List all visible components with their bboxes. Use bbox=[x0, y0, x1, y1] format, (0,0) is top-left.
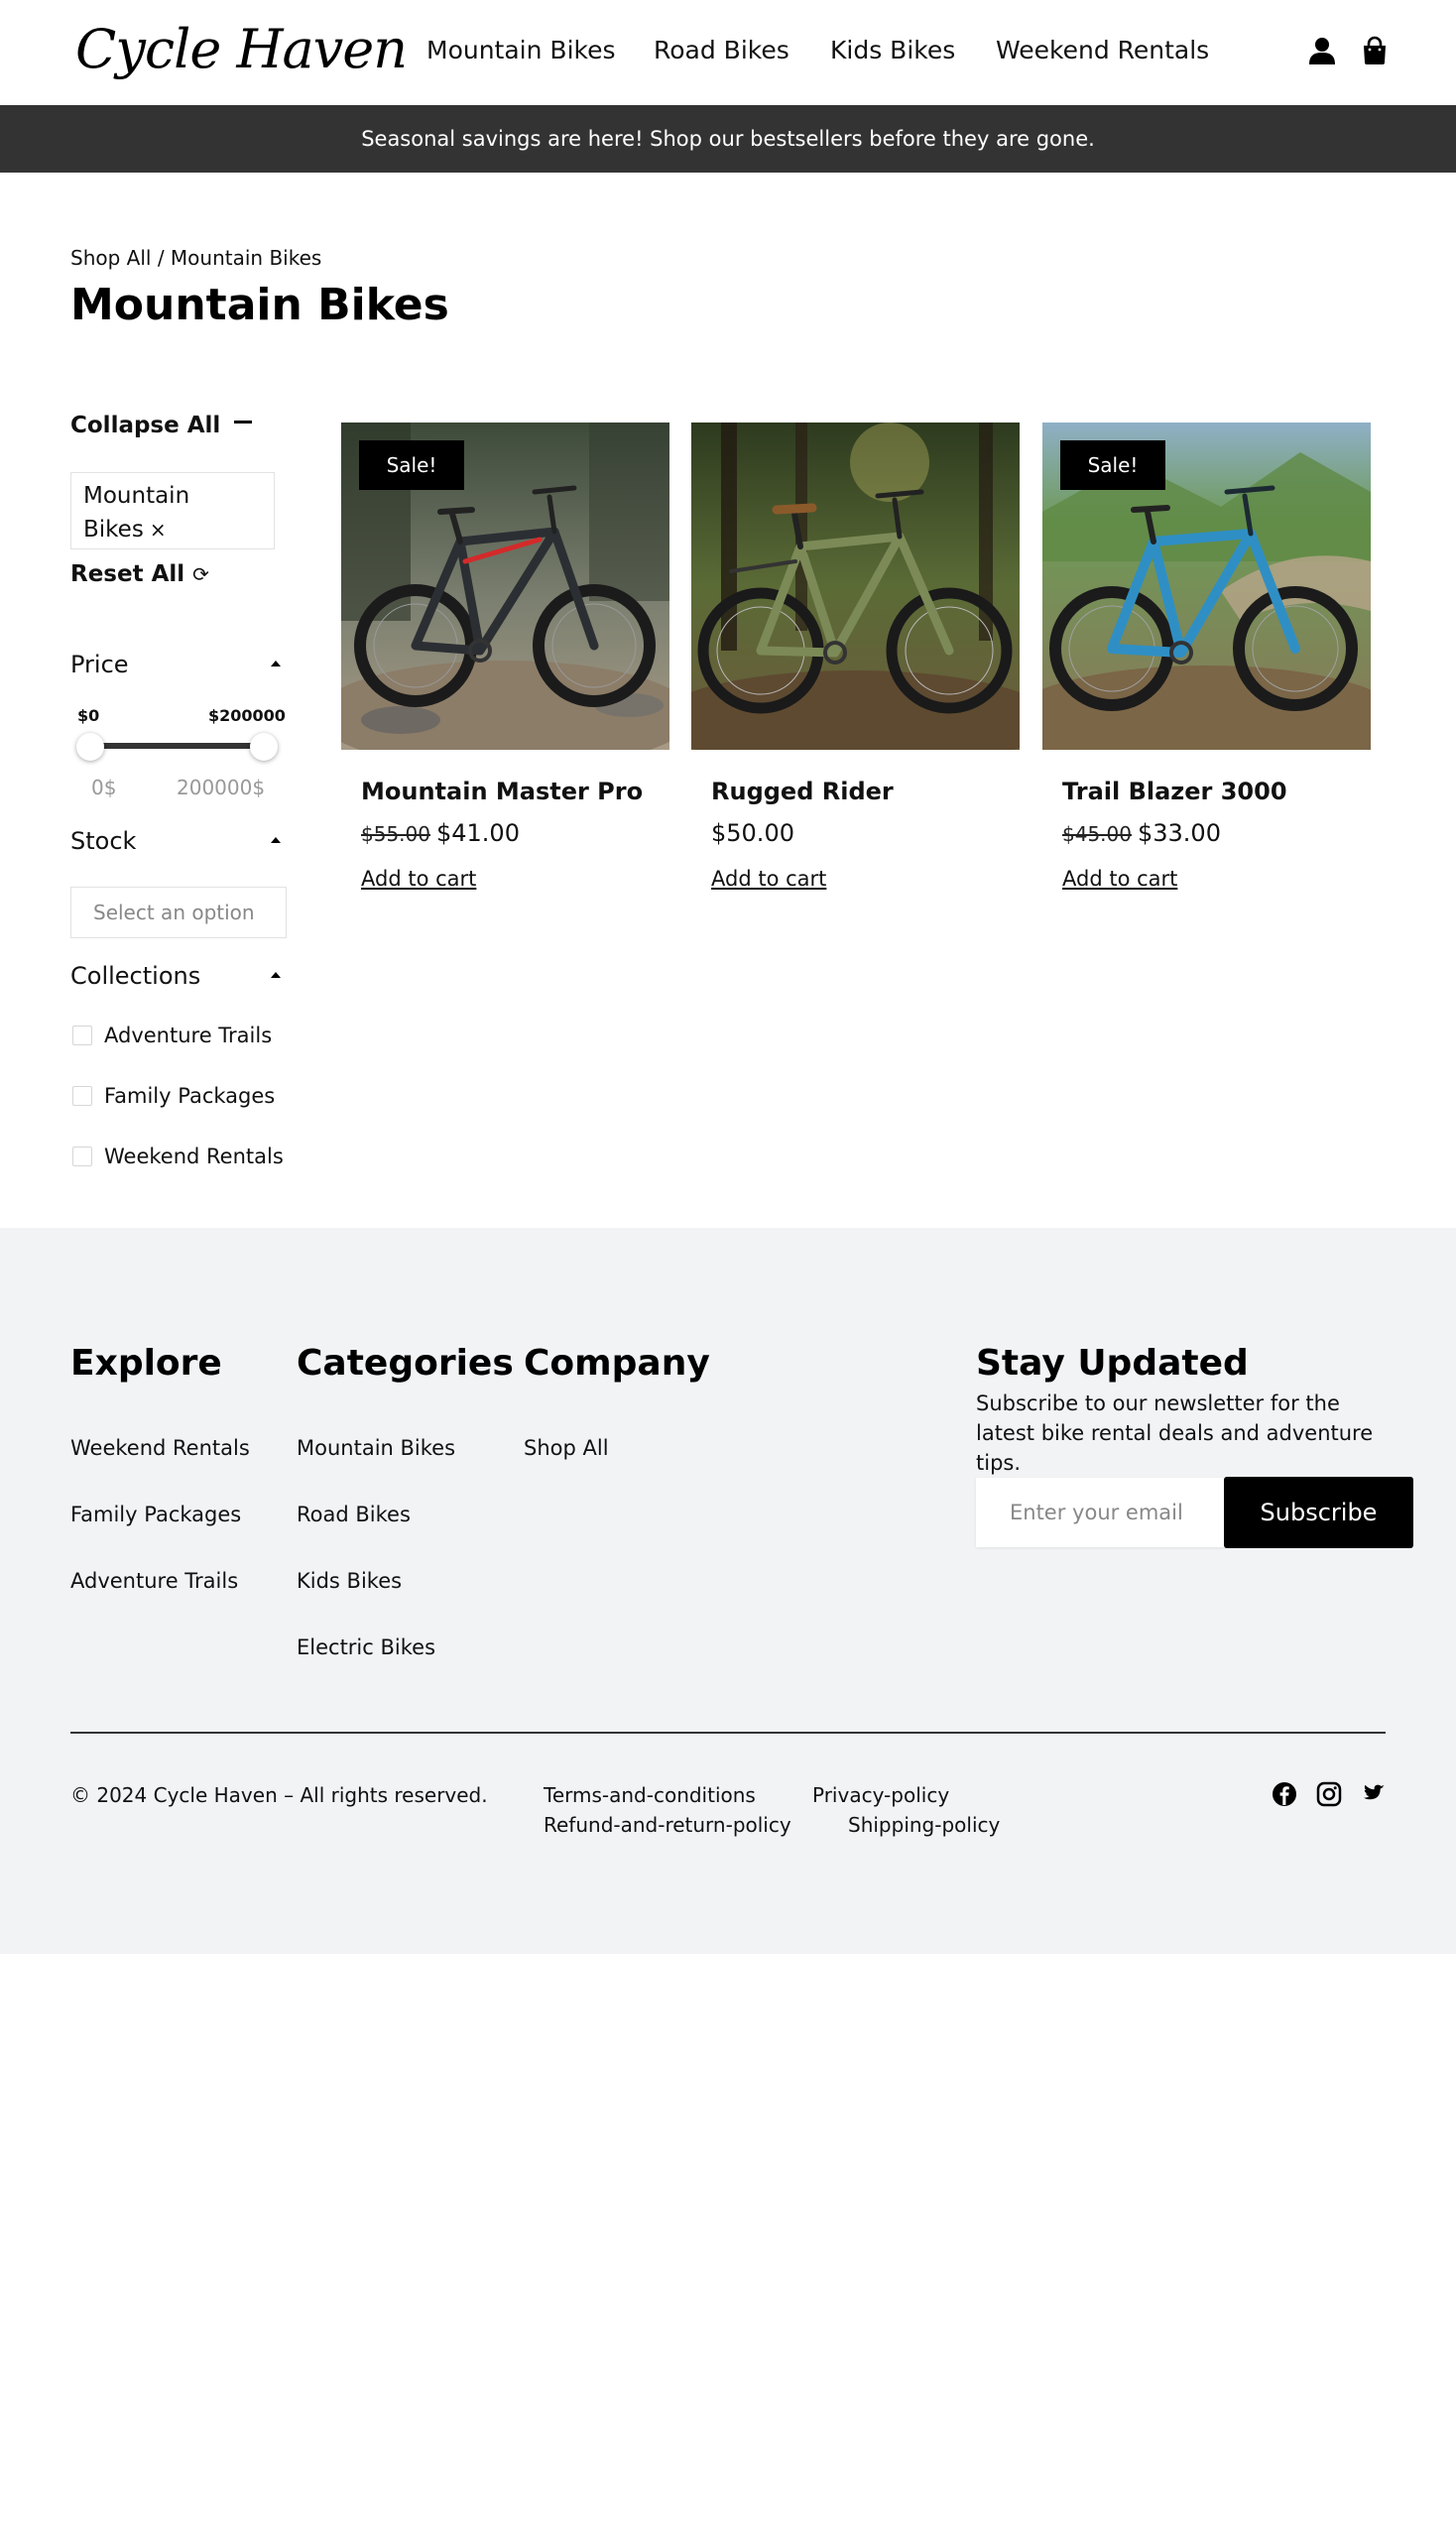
legal-link-refund[interactable]: Refund-and-return-policy bbox=[544, 1813, 791, 1837]
collapse-all-label: Collapse All bbox=[70, 413, 221, 438]
sale-badge: Sale! bbox=[359, 440, 464, 490]
stock-select-placeholder: Select an option bbox=[93, 901, 255, 924]
price-max-value: 200000$ bbox=[177, 776, 266, 799]
price-filter-label: Price bbox=[70, 651, 129, 678]
product-sale-price: $41.00 bbox=[435, 819, 520, 847]
product-card: Sale! Mountain Master Pro $55.00 $41.00 A… bbox=[341, 423, 669, 891]
chevron-up-icon bbox=[271, 972, 281, 978]
reset-all-button[interactable]: Reset All ⟳ bbox=[70, 561, 209, 587]
sale-badge: Sale! bbox=[1060, 440, 1165, 490]
add-to-cart-link[interactable]: Add to cart bbox=[361, 867, 476, 891]
product-card: Sale! Trail Blazer 3000 $45.00 $33.00 Add… bbox=[1042, 423, 1371, 891]
nav-weekend-rentals[interactable]: Weekend Rentals bbox=[996, 36, 1209, 64]
footer-link-electric-bikes[interactable]: Electric Bikes bbox=[297, 1635, 435, 1659]
instagram-icon[interactable] bbox=[1316, 1781, 1342, 1807]
footer-divider bbox=[70, 1732, 1386, 1734]
add-to-cart-link[interactable]: Add to cart bbox=[1062, 867, 1177, 891]
product-name[interactable]: Rugged Rider bbox=[711, 778, 894, 805]
legal-link-privacy[interactable]: Privacy-policy bbox=[812, 1783, 949, 1807]
twitter-icon[interactable] bbox=[1361, 1781, 1387, 1807]
footer-link-weekend-rentals[interactable]: Weekend Rentals bbox=[70, 1436, 250, 1460]
newsletter-email-input[interactable] bbox=[976, 1478, 1226, 1547]
footer-link-kids-bikes[interactable]: Kids Bikes bbox=[297, 1569, 402, 1593]
product-image[interactable] bbox=[691, 423, 1020, 750]
minus-icon bbox=[234, 421, 253, 423]
facebook-icon[interactable] bbox=[1272, 1781, 1297, 1807]
site-footer: Explore Weekend Rentals Family Packages … bbox=[0, 1228, 1456, 1954]
mountain-bike-photo bbox=[691, 423, 1020, 750]
site-header: Cycle Haven Mountain Bikes Road Bikes Ki… bbox=[0, 0, 1456, 105]
collapse-all-button[interactable]: Collapse All bbox=[70, 413, 253, 438]
price-slider-track[interactable] bbox=[89, 743, 263, 749]
product-old-price: $45.00 bbox=[1062, 822, 1132, 846]
breadcrumb-current: Mountain Bikes bbox=[170, 246, 322, 270]
breadcrumb-separator: / bbox=[151, 246, 171, 270]
product-card: Rugged Rider $50.00 Add to cart bbox=[691, 423, 1020, 891]
collection-option-adventure-trails[interactable]: Adventure Trails bbox=[72, 1024, 272, 1047]
footer-explore-heading: Explore bbox=[70, 1343, 222, 1384]
collection-option-weekend-rentals[interactable]: Weekend Rentals bbox=[72, 1145, 284, 1168]
collection-option-label: Weekend Rentals bbox=[104, 1145, 284, 1168]
chevron-up-icon bbox=[271, 837, 281, 843]
product-old-price: $55.00 bbox=[361, 822, 430, 846]
footer-link-road-bikes[interactable]: Road Bikes bbox=[297, 1503, 411, 1526]
price-slider-min-handle[interactable] bbox=[76, 733, 104, 761]
product-price: $50.00 bbox=[711, 819, 794, 847]
close-icon[interactable]: × bbox=[150, 518, 167, 542]
subscribe-button[interactable]: Subscribe bbox=[1224, 1477, 1413, 1548]
page-title: Mountain Bikes bbox=[70, 280, 449, 330]
product-price: $55.00 $41.00 bbox=[361, 819, 520, 847]
footer-categories-heading: Categories bbox=[297, 1343, 514, 1384]
stock-filter-toggle[interactable]: Stock bbox=[70, 827, 285, 855]
newsletter-description: Subscribe to our newsletter for the late… bbox=[976, 1391, 1374, 1475]
footer-link-adventure-trails[interactable]: Adventure Trails bbox=[70, 1569, 238, 1593]
checkbox[interactable] bbox=[72, 1026, 92, 1045]
collections-filter-label: Collections bbox=[70, 962, 201, 990]
collection-option-family-packages[interactable]: Family Packages bbox=[72, 1084, 275, 1108]
nav-road-bikes[interactable]: Road Bikes bbox=[654, 36, 789, 64]
product-name[interactable]: Trail Blazer 3000 bbox=[1062, 778, 1287, 805]
stock-select[interactable]: Select an option bbox=[70, 887, 287, 938]
stock-filter-label: Stock bbox=[70, 827, 137, 855]
price-max-label: $200000 bbox=[208, 706, 286, 725]
promo-banner: Seasonal savings are here! Shop our best… bbox=[0, 105, 1456, 173]
breadcrumb-shop-all[interactable]: Shop All bbox=[70, 246, 151, 270]
chevron-up-icon bbox=[271, 661, 281, 666]
price-min-label: $0 bbox=[77, 706, 100, 725]
product-name[interactable]: Mountain Master Pro bbox=[361, 778, 643, 805]
product-image[interactable]: Sale! bbox=[341, 423, 669, 750]
footer-link-mountain-bikes[interactable]: Mountain Bikes bbox=[297, 1436, 455, 1460]
nav-kids-bikes[interactable]: Kids Bikes bbox=[830, 36, 955, 64]
breadcrumb: Shop All / Mountain Bikes bbox=[70, 246, 321, 270]
product-price: $45.00 $33.00 bbox=[1062, 819, 1221, 847]
copyright-text: © 2024 Cycle Haven – All rights reserved… bbox=[70, 1783, 488, 1807]
product-image[interactable]: Sale! bbox=[1042, 423, 1371, 750]
legal-link-shipping[interactable]: Shipping-policy bbox=[848, 1813, 1000, 1837]
add-to-cart-link[interactable]: Add to cart bbox=[711, 867, 826, 891]
checkbox[interactable] bbox=[72, 1147, 92, 1166]
active-filter-chip[interactable]: Mountain Bikes × bbox=[70, 472, 275, 549]
price-min-value: 0$ bbox=[91, 776, 117, 799]
user-icon[interactable] bbox=[1307, 36, 1337, 65]
checkbox[interactable] bbox=[72, 1086, 92, 1106]
collections-filter-toggle[interactable]: Collections bbox=[70, 962, 285, 990]
shopping-bag-icon[interactable] bbox=[1360, 36, 1390, 65]
price-slider-max-handle[interactable] bbox=[250, 733, 278, 761]
footer-link-shop-all[interactable]: Shop All bbox=[524, 1436, 609, 1460]
product-sale-price: $33.00 bbox=[1137, 819, 1221, 847]
price-filter-toggle[interactable]: Price bbox=[70, 651, 285, 678]
active-filter-label: Mountain Bikes bbox=[83, 483, 190, 543]
reset-all-label: Reset All bbox=[70, 561, 185, 587]
collection-option-label: Adventure Trails bbox=[104, 1024, 273, 1047]
newsletter-heading: Stay Updated bbox=[976, 1343, 1249, 1384]
site-logo[interactable]: Cycle Haven bbox=[75, 18, 408, 80]
nav-mountain-bikes[interactable]: Mountain Bikes bbox=[426, 36, 616, 64]
footer-company-heading: Company bbox=[524, 1343, 710, 1384]
legal-link-terms[interactable]: Terms-and-conditions bbox=[544, 1783, 756, 1807]
product-sale-price: $50.00 bbox=[711, 819, 794, 847]
footer-link-family-packages[interactable]: Family Packages bbox=[70, 1503, 241, 1526]
collection-option-label: Family Packages bbox=[104, 1084, 276, 1108]
promo-banner-text: Seasonal savings are here! Shop our best… bbox=[361, 127, 1095, 151]
refresh-icon: ⟳ bbox=[192, 562, 209, 586]
